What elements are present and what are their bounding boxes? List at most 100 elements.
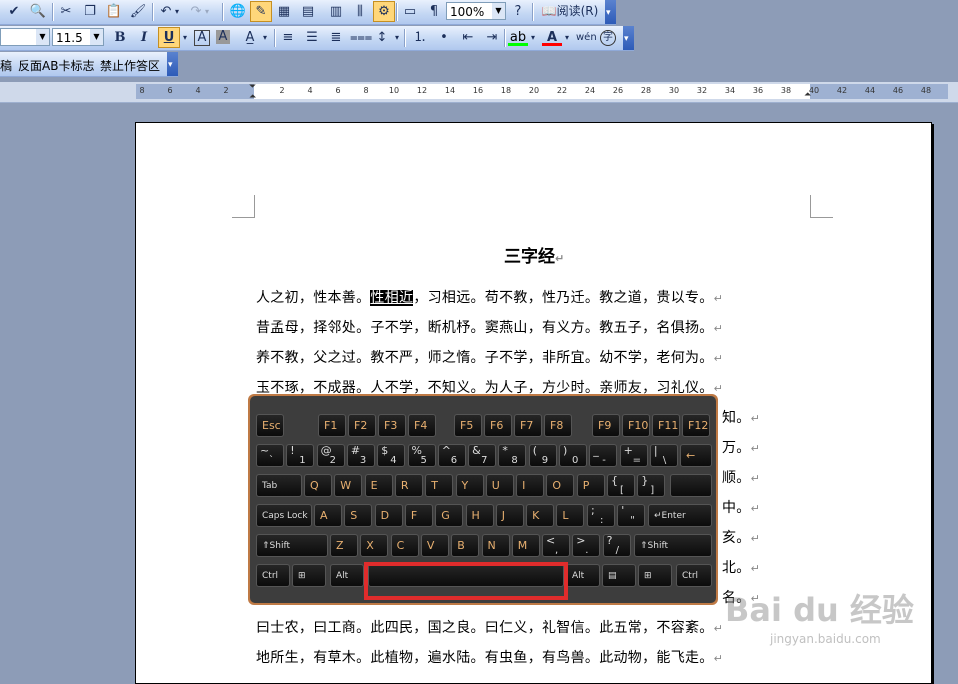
text-line[interactable]: 知。↵ [722,407,760,427]
key-letter: Q [304,474,332,497]
key-punct: >. [572,534,601,557]
text-line[interactable]: 昔孟母，择邻处。子不学，断机杼。窦燕山，有义方。教五子，名俱扬。↵ [256,317,723,337]
insert-table-icon[interactable]: ▦ [274,2,294,21]
ruler-number: 10 [388,86,400,95]
columns-icon[interactable]: ▥ [326,2,346,21]
hanging-indent-marker[interactable]: ⏶ [249,92,256,102]
chevron-down-icon[interactable]: ▼ [90,29,103,45]
first-indent-marker[interactable]: ⏷ [249,82,256,92]
hyperlink-icon[interactable]: 🌐 [228,2,248,21]
zoom-select[interactable]: 100% ▼ [446,2,506,20]
key-f5: F5 [454,414,482,437]
align-justify-icon[interactable]: ≡ [278,28,298,47]
draft-label[interactable]: 稿 [0,57,12,74]
font-color-button[interactable]: A [542,28,562,46]
bold-button[interactable]: B [110,28,130,47]
help-icon[interactable]: ? [508,2,528,21]
line-spacing-dropdown-icon[interactable]: ▾ [392,28,402,47]
font-color-dropdown-icon[interactable]: ▾ [562,28,572,47]
text-line[interactable]: 顺。↵ [722,467,760,487]
paragraph-mark: ↵ [750,502,761,515]
italic-button[interactable]: I [134,28,154,47]
numbering-icon[interactable]: ⒈ [410,28,430,47]
underline-dropdown-icon[interactable]: ▾ [180,28,190,47]
text-line[interactable]: 人之初，性本善。性相近，习相远。苟不教，性乃迁。教之道，贵以专。↵ [256,287,723,307]
document-title[interactable]: 三字经↵ [504,242,624,267]
insert-excel-icon[interactable]: ▤ [298,2,318,21]
underline-button[interactable]: U [158,27,180,48]
tables-borders-icon[interactable]: ✎ [250,1,272,22]
key-f10: F10 [622,414,650,437]
highlight-icon[interactable]: ab [508,28,528,46]
text-line[interactable]: 中。↵ [722,497,760,517]
toolbar-separator [274,29,275,47]
research-icon[interactable]: 🔍 [28,2,48,21]
right-indent-marker[interactable]: ⏶ [804,90,811,100]
bullets-icon[interactable]: • [434,28,454,47]
ruler-number: 2 [223,86,229,95]
redo-dropdown-icon[interactable]: ▾ [202,2,212,21]
chevron-down-icon[interactable]: ▼ [492,3,505,19]
read-button[interactable]: 📖阅读(R) [538,2,602,21]
font-name-select[interactable]: ▼ [0,28,50,46]
horizontal-ruler[interactable]: 8 6 4 2 2 4 6 8 10 12 14 16 18 20 22 24 26 28 30 32 34 36 38 40… [0,82,958,103]
text-line[interactable]: 养不教，父之过。教不严，师之惰。子不学，非所宜。幼不学，老何为。↵ [256,347,723,367]
key-number-row: & 7 [468,444,497,467]
spelling-icon[interactable]: ✔ [4,2,24,21]
text-line[interactable]: 曰士农，曰工商。此四民，国之良。曰仁义，礼智信。此五常，不容紊。↵ [256,617,723,637]
char-border-button[interactable]: A [194,30,210,46]
toolbar-options-grip[interactable] [623,26,634,50]
increase-indent-icon[interactable]: ⇥ [482,28,502,47]
ruler-number: 4 [195,86,201,95]
toolbar-separator [404,29,405,47]
copy-icon[interactable]: ❐ [80,2,100,21]
undo-dropdown-icon[interactable]: ▾ [172,2,182,21]
enclosed-char-button[interactable]: 字 [600,30,616,46]
text-line[interactable]: 地所生，有草木。此植物，遍水陆。有虫鱼，有鸟兽。此动物，能飞走。↵ [256,647,723,667]
text-line[interactable]: 万。↵ [722,437,760,457]
format-painter-icon[interactable]: 🖌 [128,2,148,21]
key-number-row: | \ [649,444,678,467]
char-shading-button[interactable]: A [216,30,230,44]
key-alt-right: Alt [566,564,600,587]
text-line[interactable]: 亥。↵ [722,527,760,547]
phonetic-guide-button[interactable]: wén [576,28,597,47]
cut-icon[interactable]: ✂ [56,2,76,21]
ruler-number: 8 [363,86,369,95]
paste-icon[interactable]: 📋 [104,2,124,21]
toolbar-options-grip[interactable] [167,52,178,76]
key-label: K [532,509,540,522]
ab-card-mark-button[interactable]: 反面AB卡标志 [18,57,94,74]
key-label: ] [650,485,655,496]
highlight-dropdown-icon[interactable]: ▾ [528,28,538,47]
chevron-down-icon[interactable]: ▼ [36,29,49,45]
key-label: 2 [329,455,336,466]
show-hide-icon[interactable]: ▭ [400,2,420,21]
char-scale-dropdown-icon[interactable]: ▾ [260,28,270,47]
selected-text[interactable]: 性相近 [370,290,414,306]
line-spacing-icon[interactable]: ↕ [372,28,392,47]
decrease-indent-icon[interactable]: ⇤ [458,28,478,47]
no-answer-zone-button[interactable]: 禁止作答区 [100,57,160,74]
ruler-number: 46 [892,86,904,95]
document-map-icon[interactable]: ⚙ [373,1,395,22]
char-scale-icon[interactable]: A̲ [240,28,260,47]
drawing-icon[interactable]: ⫼ [350,2,370,21]
key-label: W [340,479,352,492]
toolbar-options-grip[interactable] [605,0,616,24]
line-text: 知。 [722,410,751,426]
ruler-number: 38 [780,86,792,95]
text-line[interactable]: 北。↵ [722,557,760,577]
key-letter: J [495,504,524,527]
key-label: F3 [384,419,398,432]
paragraph-mark-icon[interactable]: ¶ [424,2,444,21]
key-letter: Z [330,534,358,557]
distributed-icon[interactable]: ⩶ [350,28,372,47]
font-size-select[interactable]: 11.5 ▼ [52,28,104,46]
align-center-icon[interactable]: ☰ [302,28,322,47]
line-text: 万。 [722,440,751,456]
key-label: \ [662,455,667,466]
custom-toolbar: 稿 反面AB卡标志 禁止作答区 [0,52,178,77]
align-right-icon[interactable]: ≣ [326,28,346,47]
key-label: F7 [520,419,534,432]
